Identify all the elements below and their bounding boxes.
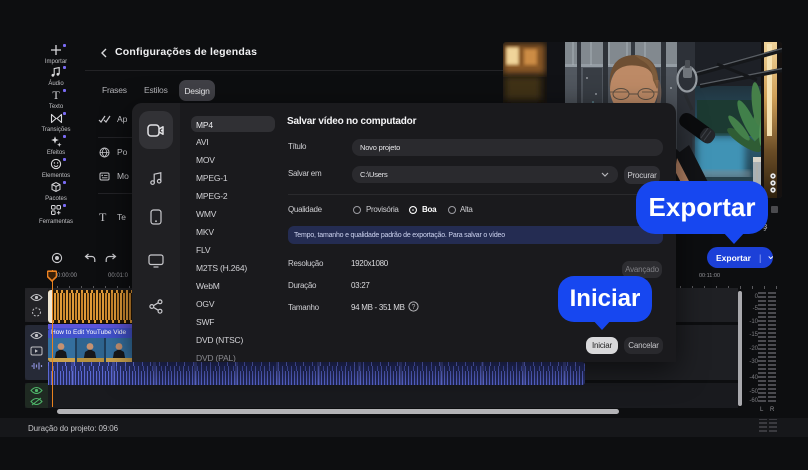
svg-text:?: ? <box>412 304 416 311</box>
